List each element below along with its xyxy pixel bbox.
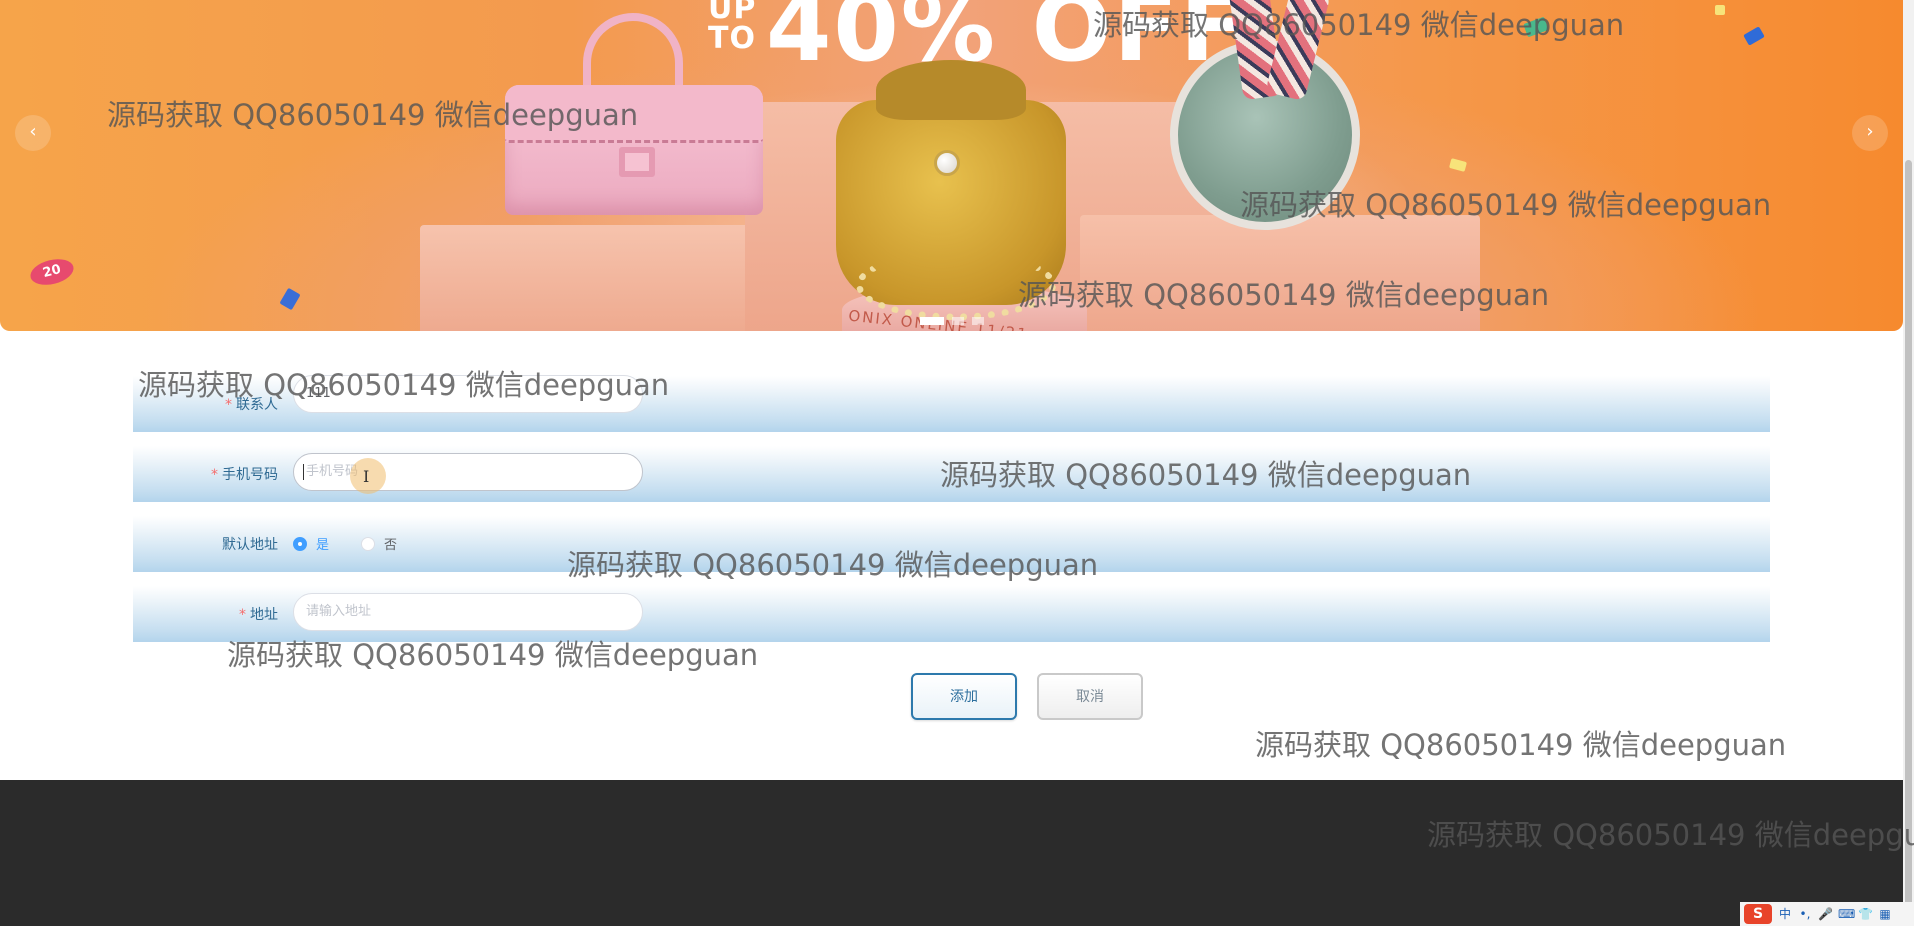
sogou-logo-icon[interactable]: S xyxy=(1744,904,1772,924)
bag-scarf xyxy=(1265,0,1331,102)
phone-input[interactable]: 手机号码 xyxy=(293,453,643,491)
pink-handbag-image xyxy=(505,13,763,215)
confetti xyxy=(1523,16,1549,38)
phone-label: * 手机号码 xyxy=(211,467,278,483)
form-row-default-address: 默认地址 是 否 xyxy=(133,516,1770,572)
carousel-next-arrow[interactable]: › xyxy=(1852,115,1888,151)
contact-input[interactable]: 111 xyxy=(293,375,643,413)
ime-toolbar[interactable]: S 中 •, 🎤 ⌨ 👕 ▦ xyxy=(1740,902,1914,926)
promo-up-to: UP TO xyxy=(708,0,757,56)
badge-20: 20 xyxy=(27,255,77,289)
toolbox-grid-icon[interactable]: ▦ xyxy=(1878,907,1892,921)
radio-circle xyxy=(293,536,307,551)
carousel-prev-arrow[interactable]: ‹ xyxy=(15,115,51,151)
cancel-button[interactable]: 取消 xyxy=(1037,673,1143,720)
default-address-radio-yes[interactable]: 是 xyxy=(293,534,329,553)
radio-circle xyxy=(361,536,375,551)
page: UPTO 40% OFF ONIX ONLINE 11/21 20 ‹ › xyxy=(0,0,1914,926)
carousel-dot-3[interactable] xyxy=(972,317,984,325)
carousel-dot-1[interactable] xyxy=(920,317,944,325)
ime-mode-indicator[interactable]: 中 xyxy=(1778,907,1792,921)
address-label: * 地址 xyxy=(239,607,278,623)
green-round-bag-image xyxy=(1170,0,1360,230)
confetti xyxy=(279,287,301,311)
gold-bucket-bag-image xyxy=(836,60,1066,320)
pink-handbag-flap xyxy=(505,85,763,143)
promo-discount: 40% OFF xyxy=(766,0,1247,83)
scrollbar-thumb[interactable] xyxy=(1905,160,1912,926)
contact-label: * 联系人 xyxy=(225,397,278,413)
address-input[interactable]: 请输入地址 xyxy=(293,593,643,631)
confetti xyxy=(1715,5,1725,15)
form-row-address: * 地址 请输入地址 xyxy=(133,586,1770,642)
default-address-label: 默认地址 xyxy=(222,537,278,553)
punctuation-icon[interactable]: •, xyxy=(1798,907,1812,921)
gold-bag-pearl xyxy=(934,150,960,176)
default-address-radio-no[interactable]: 否 xyxy=(361,534,397,553)
banner-carousel[interactable]: UPTO 40% OFF ONIX ONLINE 11/21 20 ‹ › xyxy=(0,0,1903,331)
ibeam-cursor-icon: I xyxy=(363,467,370,486)
skin-shirt-icon[interactable]: 👕 xyxy=(1858,907,1873,921)
keyboard-icon[interactable]: ⌨ xyxy=(1838,907,1855,921)
add-button[interactable]: 添加 xyxy=(911,673,1017,720)
gold-bag-chain xyxy=(856,250,1056,320)
text-caret xyxy=(303,464,304,480)
confetti xyxy=(1448,158,1468,172)
watermark: 源码获取 QQ86050149 微信deepguan xyxy=(1255,728,1787,762)
pink-handbag-clasp xyxy=(619,147,655,177)
page-footer xyxy=(0,780,1903,926)
microphone-icon[interactable]: 🎤 xyxy=(1818,907,1833,921)
carousel-dot-2[interactable] xyxy=(952,317,964,325)
pedestal-left xyxy=(420,225,800,331)
confetti xyxy=(1743,26,1765,46)
form-row-contact: * 联系人 111 xyxy=(133,375,1770,432)
radio-label-no: 否 xyxy=(384,538,398,553)
radio-label-yes: 是 xyxy=(316,538,330,553)
carousel-indicators xyxy=(920,317,984,325)
pedestal-right xyxy=(1080,215,1480,331)
gold-bag-top xyxy=(876,60,1026,120)
